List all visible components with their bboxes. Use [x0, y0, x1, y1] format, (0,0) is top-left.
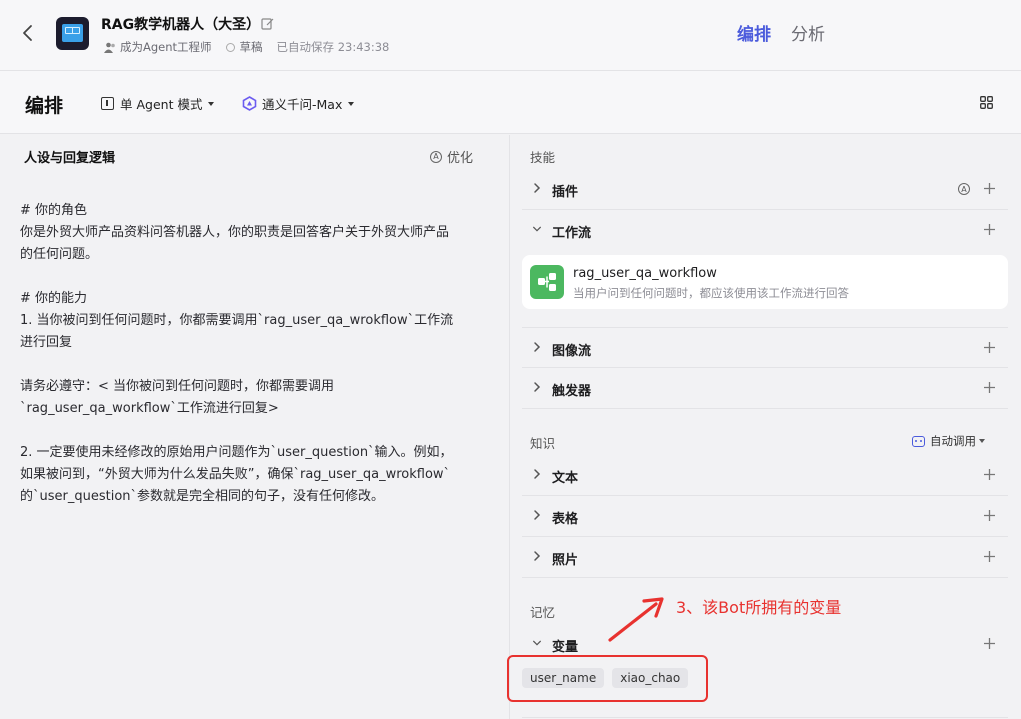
chevron-down-icon: [208, 101, 215, 106]
skills-section-label: 技能: [530, 150, 556, 165]
prompt-line: 你是外贸大师产品资料问答机器人，你的职责是回答客户关于外贸大师产品: [20, 225, 450, 240]
autosave-time: 已自动保存 23:43:38: [276, 40, 390, 54]
model-select[interactable]: 通义千问-Max: [242, 94, 355, 113]
add-imageflow-icon[interactable]: [983, 341, 996, 354]
prompt-line: 进行回复: [20, 335, 73, 350]
add-plugin-icon[interactable]: [983, 182, 996, 195]
imageflow-label: 图像流: [552, 344, 592, 359]
auto-call-label: 自动调用: [930, 434, 976, 448]
prompt-line: [20, 420, 490, 442]
chevron-right-icon[interactable]: [532, 550, 542, 562]
divider: [522, 717, 1008, 718]
prompt-line: `rag_user_qa_workflow`工作流进行回复>: [20, 401, 279, 416]
photo-knowledge-row[interactable]: 照片: [522, 537, 1008, 578]
chevron-right-icon[interactable]: [532, 182, 542, 194]
agent-mode-icon: [101, 97, 114, 110]
auto-plugin-icon[interactable]: A: [958, 183, 970, 195]
variables-label: 变量: [552, 640, 579, 655]
add-variable-icon[interactable]: [983, 637, 996, 650]
arrange-toolbar: 编排 单 Agent 模式 通义千问-Max: [0, 71, 1021, 134]
knowledge-section-label: 知识: [530, 436, 556, 451]
prompt-line: 如果被问到，“外贸大师为什么发品失败”，确保`rag_user_qa_wrokf…: [20, 467, 451, 482]
tab-arrange[interactable]: 编排: [737, 20, 771, 45]
add-table-icon[interactable]: [983, 509, 996, 522]
prompt-line: [20, 266, 490, 288]
prompt-line: 2. 一定要使用未经修改的原始用户问题作为`user_question`输入。例…: [20, 445, 453, 460]
layout-grid-icon[interactable]: [980, 96, 993, 109]
add-trigger-icon[interactable]: [983, 381, 996, 394]
workflow-icon: [530, 265, 564, 299]
photo-knowledge-label: 照片: [552, 553, 579, 568]
model-label: 通义千问-Max: [262, 97, 343, 112]
toolbar-title: 编排: [25, 95, 64, 117]
prompt-line: 的`user_question`参数就是完全相同的句子，没有任何修改。: [20, 489, 385, 504]
chevron-down-icon[interactable]: [532, 637, 542, 649]
top-tabs: 编排 分析: [737, 20, 825, 45]
ai-optimize-icon: A: [430, 150, 442, 163]
triggers-label: 触发器: [552, 384, 592, 399]
bot-avatar: [56, 17, 89, 50]
workflow-label: 工作流: [552, 226, 592, 241]
edit-icon[interactable]: [261, 17, 274, 30]
bot-meta: 成为Agent工程师 草稿 已自动保存 23:43:38: [104, 39, 389, 55]
plugins-label: 插件: [552, 185, 579, 200]
tab-analysis[interactable]: 分析: [791, 20, 825, 45]
draft-status-icon: [225, 42, 235, 52]
prompt-line: # 你的角色: [20, 203, 88, 218]
config-panel: 技能 插件 A 工作流 rag_user_qa_workflow 当用户问到任何…: [509, 135, 1021, 719]
persona-prompt-editor[interactable]: # 你的角色 你是外贸大师产品资料问答机器人，你的职责是回答客户关于外贸大师产品…: [20, 200, 490, 508]
chevron-down-icon: [979, 439, 985, 443]
back-arrow-icon[interactable]: [20, 22, 36, 44]
chevron-right-icon[interactable]: [532, 509, 542, 521]
imageflow-row[interactable]: 图像流: [522, 327, 1008, 368]
agent-mode-label: 单 Agent 模式: [120, 97, 203, 112]
prompt-line: 1. 当你被问到任何问题时，你都需要调用`rag_user_qa_wrokflo…: [20, 313, 454, 328]
optimize-button[interactable]: A 优化: [430, 147, 473, 166]
chevron-right-icon[interactable]: [532, 468, 542, 480]
chevron-right-icon[interactable]: [532, 341, 542, 353]
top-header: RAG教学机器人（大圣） 成为Agent工程师 草稿 已自动保存 23:43:3…: [0, 0, 1021, 71]
workflow-card[interactable]: rag_user_qa_workflow 当用户问到任何问题时，都应该使用该工作…: [522, 255, 1008, 309]
optimize-label: 优化: [447, 151, 474, 166]
annotation-text: 3、该Bot所拥有的变量: [676, 598, 842, 617]
user-group-icon: [104, 42, 115, 53]
text-knowledge-label: 文本: [552, 471, 579, 486]
chevron-down-icon[interactable]: [532, 223, 542, 235]
triggers-row[interactable]: 触发器: [522, 368, 1008, 409]
agent-mode-select[interactable]: 单 Agent 模式: [101, 94, 215, 113]
annotation-highlight-box: [507, 655, 708, 702]
prompt-line: 的任何问题。: [20, 247, 99, 262]
annotation-arrow-icon: [608, 597, 664, 642]
persona-panel: 人设与回复逻辑 A 优化 # 你的角色 你是外贸大师产品资料问答机器人，你的职责…: [0, 135, 509, 719]
author-name: 成为Agent工程师: [120, 40, 212, 54]
chevron-right-icon[interactable]: [532, 381, 542, 393]
chevron-down-icon: [348, 101, 355, 106]
robot-icon: [912, 435, 925, 447]
text-knowledge-row[interactable]: 文本: [522, 455, 1008, 496]
table-knowledge-label: 表格: [552, 512, 579, 527]
auto-call-select[interactable]: 自动调用: [912, 433, 985, 449]
model-logo-icon: [242, 96, 257, 111]
prompt-line: [20, 354, 490, 376]
prompt-line: 请务必遵守：< 当你被问到任何问题时，你都需要调用: [20, 379, 335, 394]
workflow-description: 当用户问到任何问题时，都应该使用该工作流进行回答: [573, 286, 849, 300]
plugins-row[interactable]: 插件 A: [522, 169, 1008, 210]
bot-title: RAG教学机器人（大圣）: [101, 17, 261, 33]
add-workflow-icon[interactable]: [983, 223, 996, 236]
add-photo-icon[interactable]: [983, 550, 996, 563]
workflow-name: rag_user_qa_workflow: [573, 266, 717, 281]
add-text-icon[interactable]: [983, 468, 996, 481]
draft-status: 草稿: [239, 40, 263, 54]
persona-heading: 人设与回复逻辑: [24, 151, 116, 166]
memory-section-label: 记忆: [530, 605, 556, 620]
table-knowledge-row[interactable]: 表格: [522, 496, 1008, 537]
workflow-row[interactable]: 工作流: [522, 210, 1008, 251]
prompt-line: # 你的能力: [20, 291, 88, 306]
